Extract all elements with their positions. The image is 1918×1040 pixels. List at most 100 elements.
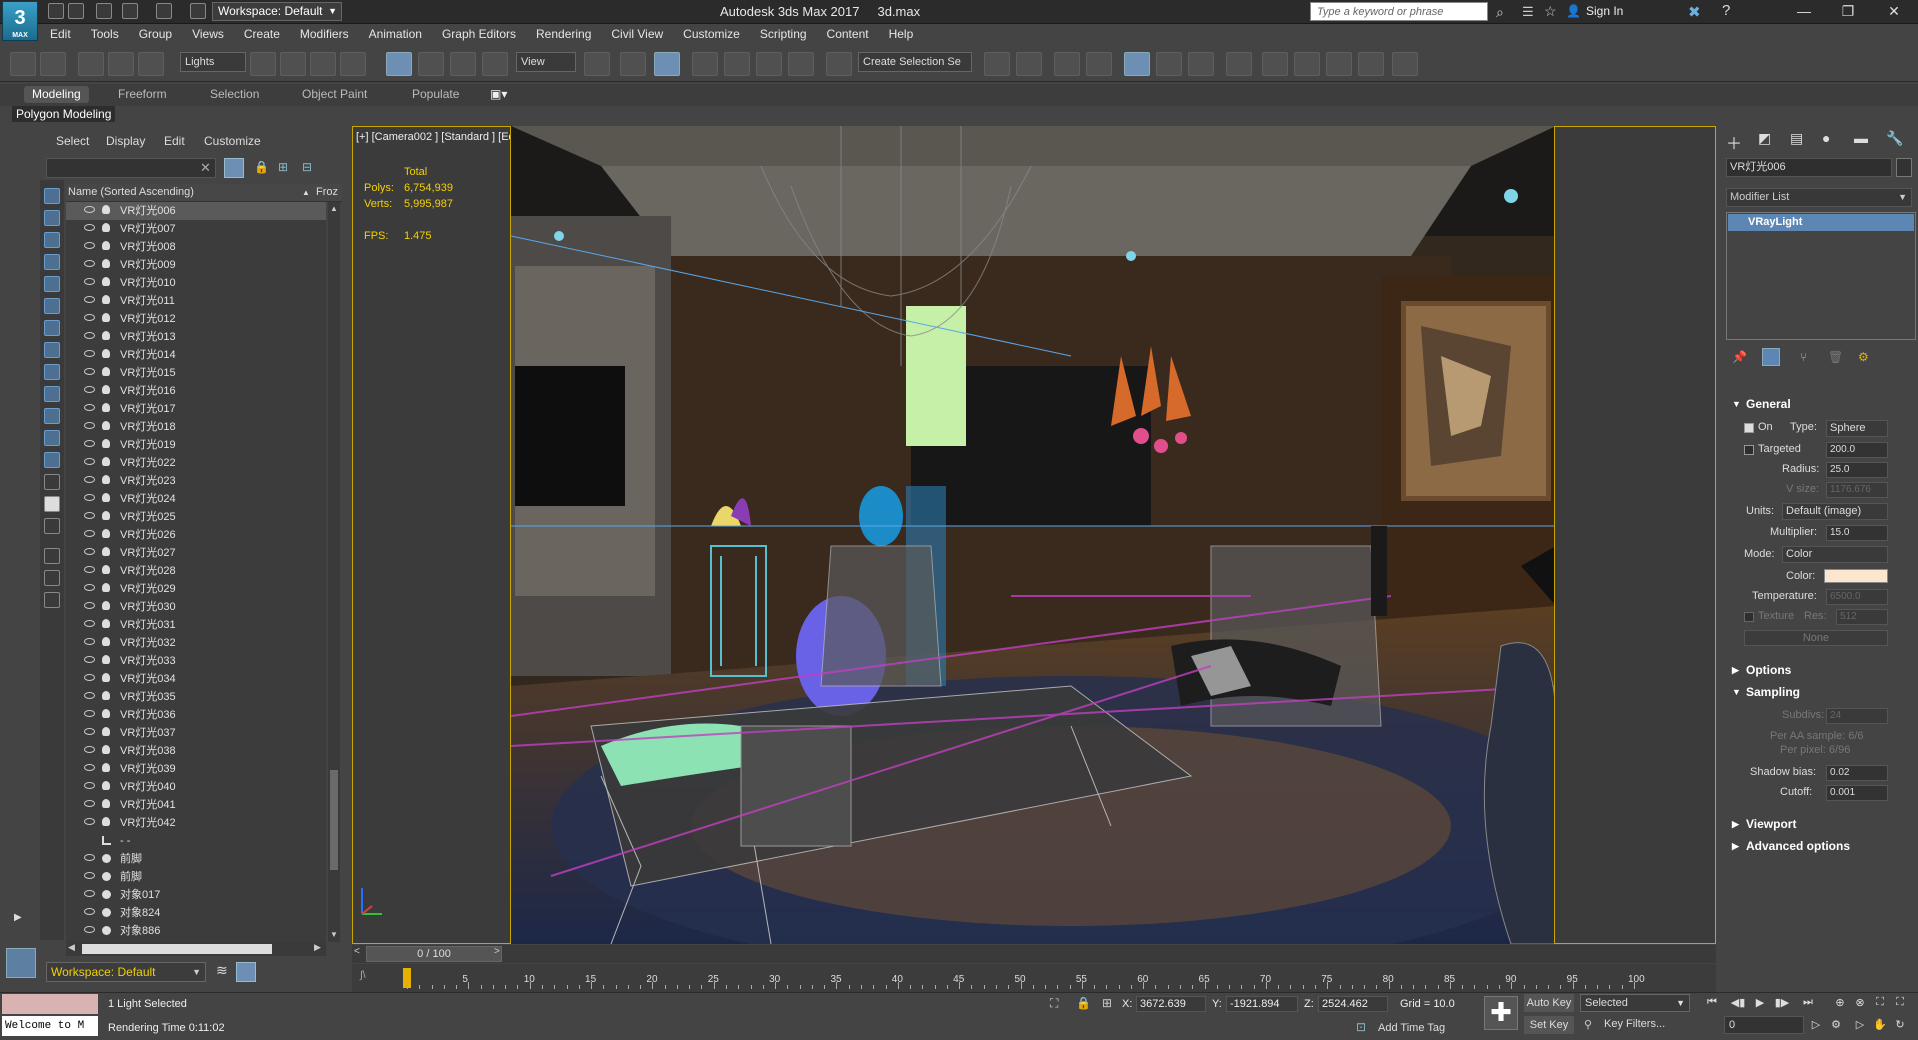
maxscript-listener-input[interactable] [2, 994, 98, 1014]
visibility-eye-icon[interactable] [84, 620, 95, 627]
zoom-icon[interactable]: ⊕ [1832, 996, 1848, 1012]
tab-freeform[interactable]: Freeform [118, 87, 167, 101]
object-color-swatch[interactable] [1896, 158, 1912, 177]
bind-spacewarp-icon[interactable] [138, 52, 164, 76]
zoom-all-icon[interactable]: ⊗ [1852, 996, 1868, 1012]
visibility-eye-icon[interactable] [84, 566, 95, 573]
workspace-panel-icon[interactable] [6, 948, 36, 978]
menu-customize[interactable]: Customize [673, 24, 750, 44]
tab-populate[interactable]: Populate [412, 87, 459, 101]
project-folder-icon[interactable] [190, 3, 206, 19]
auto-key-button[interactable]: Auto Key [1524, 994, 1574, 1012]
visibility-eye-icon[interactable] [84, 530, 95, 537]
shadow-bias-spinner[interactable]: 0.02 [1826, 765, 1888, 781]
render-production-icon[interactable] [1326, 52, 1352, 76]
menu-rendering[interactable]: Rendering [526, 24, 601, 44]
utilities-tab-icon[interactable]: 🔧 [1886, 130, 1906, 150]
list-item[interactable]: VR灯光010 [66, 274, 326, 292]
explorer-menu-edit[interactable]: Edit [164, 134, 185, 148]
rollout-general[interactable]: ▼ General [1726, 394, 1916, 414]
list-item[interactable]: VR灯光039 [66, 760, 326, 778]
modifier-stack-item[interactable]: VRayLight [1728, 214, 1914, 231]
undo-icon[interactable] [10, 52, 36, 76]
tab-object-paint[interactable]: Object Paint [302, 87, 367, 101]
search-input[interactable]: Type a keyword or phrase [1310, 2, 1488, 21]
menu-animation[interactable]: Animation [359, 24, 432, 44]
maxscript-mini-listener[interactable]: Welcome to M [2, 1016, 98, 1036]
menu-graph-editors[interactable]: Graph Editors [432, 24, 526, 44]
rollout-sampling[interactable]: ▼ Sampling [1726, 682, 1916, 702]
list-item[interactable]: VR灯光023 [66, 472, 326, 490]
set-key-button[interactable]: Set Key [1524, 1016, 1574, 1034]
list-item[interactable]: VR灯光015 [66, 364, 326, 382]
percent-snap-icon[interactable] [756, 52, 782, 76]
list-item[interactable]: VR灯光031 [66, 616, 326, 634]
restore-button[interactable]: ❐ [1830, 2, 1866, 22]
list-item[interactable]: VR灯光017 [66, 400, 326, 418]
visibility-eye-icon[interactable] [84, 800, 95, 807]
display-influences-icon[interactable] [44, 548, 60, 564]
angle-snap-icon[interactable] [724, 52, 750, 76]
display-cameras-icon[interactable] [44, 254, 60, 270]
explorer-menu-select[interactable]: Select [56, 134, 89, 148]
list-item[interactable]: VR灯光042 [66, 814, 326, 832]
layers-icon[interactable]: ≋ [216, 962, 236, 982]
list-item[interactable]: VR灯光022 [66, 454, 326, 472]
display-hidden-icon[interactable] [44, 430, 60, 446]
visibility-eye-icon[interactable] [84, 746, 95, 753]
clear-search-icon[interactable]: ✕ [200, 160, 211, 176]
menu-modifiers[interactable]: Modifiers [290, 24, 359, 44]
visibility-eye-icon[interactable] [84, 494, 95, 501]
list-item[interactable]: VR灯光009 [66, 256, 326, 274]
scene-explorer-icon[interactable] [1124, 52, 1150, 76]
menu-civil-view[interactable]: Civil View [601, 24, 673, 44]
menu-create[interactable]: Create [234, 24, 290, 44]
visibility-eye-icon[interactable] [84, 296, 95, 303]
isolate-selection-icon[interactable]: ⛶ [1050, 996, 1058, 1011]
visibility-eye-icon[interactable] [84, 512, 95, 519]
vertical-scrollbar-thumb[interactable] [330, 770, 338, 870]
time-slider-thumb[interactable]: 0 / 100 [366, 946, 502, 962]
sign-in-button[interactable]: Sign In [1586, 4, 1623, 18]
list-item[interactable]: VR灯光041 [66, 796, 326, 814]
window-crossing-icon[interactable] [340, 52, 366, 76]
add-time-tag-button[interactable]: Add Time Tag [1378, 1022, 1445, 1034]
play-icon[interactable]: ▶ [1752, 996, 1768, 1012]
list-item[interactable]: VR灯光008 [66, 238, 326, 256]
time-slider-track[interactable] [352, 945, 1716, 963]
sync-selection-icon[interactable]: ⊟ [302, 160, 312, 174]
list-item[interactable]: VR灯光030 [66, 598, 326, 616]
scroll-right-arrow-icon[interactable]: ▶ [314, 942, 321, 953]
zoom-extents-icon[interactable]: ⛶ [1872, 996, 1888, 1012]
scroll-up-arrow-icon[interactable]: ▲ [330, 204, 338, 213]
sort-by-hierarchy-icon[interactable] [236, 962, 256, 982]
visibility-eye-icon[interactable] [84, 926, 95, 933]
visibility-eye-icon[interactable] [84, 890, 95, 897]
explorer-workspace-dropdown[interactable]: Workspace: Default ▼ [46, 962, 206, 982]
align-icon[interactable] [1016, 52, 1042, 76]
undo-icon[interactable] [122, 3, 138, 19]
targeted-checkbox[interactable] [1744, 445, 1754, 455]
toggle-ribbon-icon[interactable] [1086, 52, 1112, 76]
visibility-eye-icon[interactable] [84, 908, 95, 915]
go-to-end-icon[interactable]: ⏭ [1800, 996, 1816, 1012]
list-item[interactable]: VR灯光006 [66, 202, 326, 220]
list-item[interactable]: VR灯光036 [66, 706, 326, 724]
display-shapes-icon[interactable] [44, 210, 60, 226]
visibility-eye-icon[interactable] [84, 656, 95, 663]
show-end-result-icon[interactable] [1762, 348, 1780, 366]
display-geometry-icon[interactable] [44, 188, 60, 204]
list-item[interactable]: VR灯光014 [66, 346, 326, 364]
visibility-eye-icon[interactable] [84, 350, 95, 357]
ribbon-options-icon[interactable]: ▣▾ [490, 87, 507, 101]
expand-arrow-icon[interactable]: ▶ [14, 912, 22, 923]
scene-render[interactable] [510, 126, 1555, 944]
list-item[interactable]: VR灯光038 [66, 742, 326, 760]
list-item[interactable]: VR灯光028 [66, 562, 326, 580]
absolute-mode-icon[interactable]: ⊞ [1102, 996, 1112, 1010]
favorites-star-icon[interactable]: ☆ [1544, 3, 1557, 20]
key-selection-dropdown[interactable]: Selected ▼ [1580, 994, 1690, 1012]
list-item[interactable]: VR灯光007 [66, 220, 326, 238]
make-unique-icon[interactable]: ⑂ [1800, 350, 1807, 364]
list-item[interactable]: VR灯光012 [66, 310, 326, 328]
